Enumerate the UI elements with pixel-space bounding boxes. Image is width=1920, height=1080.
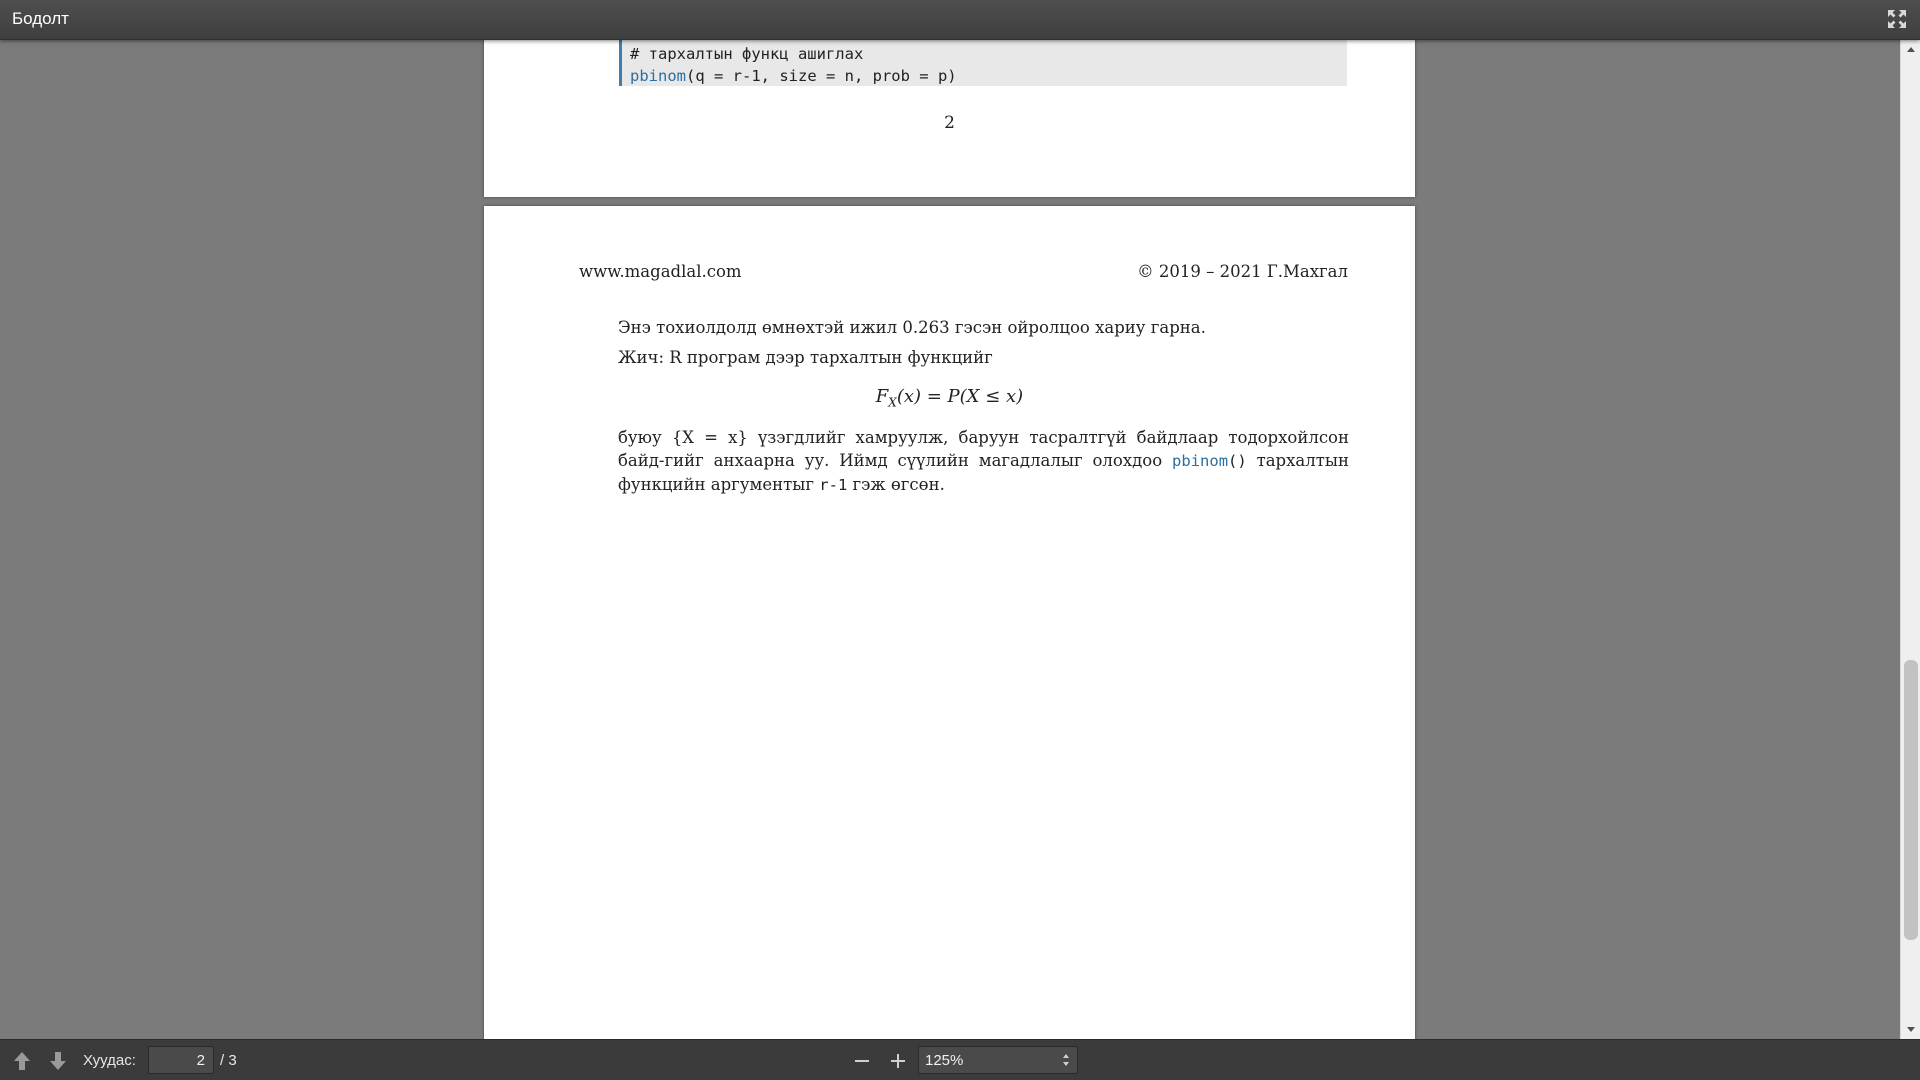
formula-lhs: F [875,386,889,407]
zoom-out-icon[interactable] [850,1049,874,1073]
page-total: / 3 [220,1052,237,1069]
p3-function-name: pbinom [1172,452,1229,470]
formula-subscript: X [888,395,897,410]
formula-cdf: FX(x) = P(X ≤ x) [484,386,1415,410]
pdf-page-previous: # тархалтын функц ашиглах pbinom(q = r-1… [484,40,1415,197]
arrow-down-icon[interactable] [46,1049,70,1073]
code-line: pbinom(q = r-1, size = n, prob = p) [630,65,1347,87]
page-number-input[interactable] [148,1046,214,1074]
p3-text-3: гэж өгсөн. [847,475,945,494]
select-arrows-icon [1063,1054,1069,1066]
page-label: Хуудас: [83,1052,136,1069]
pdf-page-current: www.magadlal.com © 2019 – 2021 Г.Махгал … [484,206,1415,1039]
paragraph-note: Жич: R програм дээр тархалтын функцийг [618,348,993,367]
code-block: # тархалтын функц ашиглах pbinom(q = r-1… [619,40,1347,86]
page-number: 2 [944,113,955,133]
formula-rhs: (x) = P(X ≤ x) [896,386,1024,407]
scroll-down-arrow-icon[interactable] [1905,1023,1917,1035]
arrow-up-icon[interactable] [10,1049,34,1073]
window-title: Бодолт [12,9,69,28]
fullscreen-icon[interactable] [1886,8,1908,30]
code-function: pbinom [630,67,686,85]
p3-parens: () [1228,452,1247,470]
title-bar: Бодолт [0,0,1920,40]
scrollbar-thumb[interactable] [1904,660,1918,940]
page-header-copyright: © 2019 – 2021 Г.Махгал [1137,262,1348,281]
scroll-up-arrow-icon[interactable] [1905,44,1917,56]
bottom-toolbar: Хуудас: / 3 125% [0,1039,1920,1080]
zoom-in-icon[interactable] [886,1049,910,1073]
page-header-website: www.magadlal.com [579,262,742,281]
zoom-value: 125% [925,1052,964,1069]
code-comment: # тархалтын функц ашиглах [630,45,864,63]
vertical-scrollbar[interactable] [1900,40,1920,1039]
paragraph-result: Энэ тохиолдолд өмнөхтэй ижил 0.263 гэсэн… [618,318,1206,337]
paragraph-explanation: буюу {X = x} үзэгдлийг хамруулж, баруун … [618,426,1349,497]
document-viewer[interactable]: # тархалтын функц ашиглах pbinom(q = r-1… [0,40,1920,1039]
code-arguments: (q = r-1, size = n, prob = p) [686,67,957,85]
zoom-select[interactable]: 125% [918,1046,1078,1074]
p3-argument: r-1 [819,476,848,494]
